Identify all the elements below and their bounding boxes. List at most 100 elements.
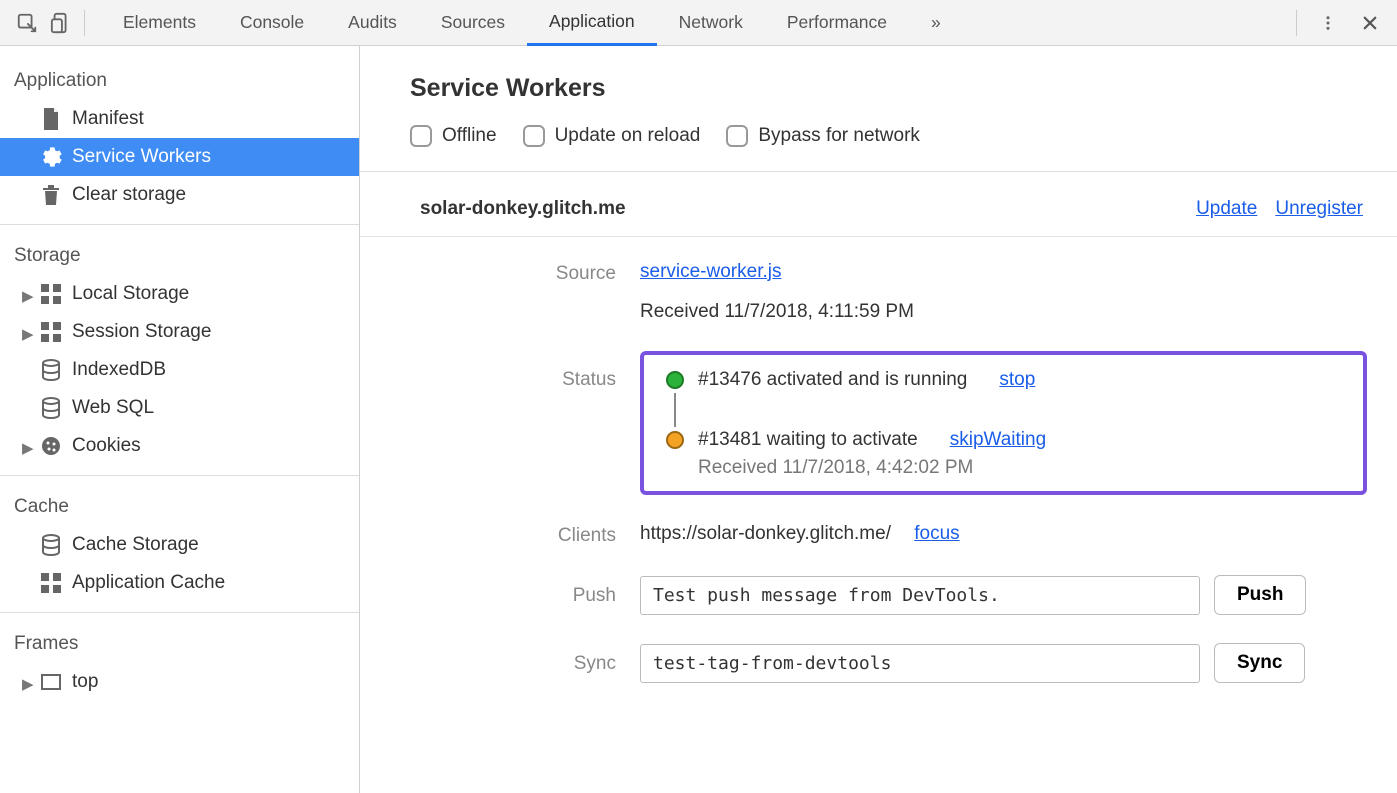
label-source: Source [440,261,640,285]
sidebar-section-frames: Frames [0,623,359,663]
label-push: Push [440,575,640,607]
sidebar-item-cookies[interactable]: Cookies [0,427,359,465]
application-sidebar: Application Manifest Service Workers [0,46,360,793]
source-received: Received 11/7/2018, 4:11:59 PM [640,301,1367,323]
stop-link[interactable]: stop [999,369,1035,391]
origin-name: solar-donkey.glitch.me [420,198,626,220]
panel-tabs: Elements Console Audits Sources Applicat… [101,0,1290,46]
sidebar-item-label: Web SQL [72,397,154,419]
sidebar-item-cache-storage[interactable]: Cache Storage [0,526,359,564]
status-dot-green-icon [666,371,684,389]
sidebar-item-top-frame[interactable]: top [0,663,359,701]
tab-application[interactable]: Application [527,0,657,46]
tabbar-divider [84,10,85,36]
page-title: Service Workers [410,74,1367,103]
checkbox-label: Update on reload [555,125,701,147]
sidebar-section-storage: Storage [0,235,359,275]
sidebar-item-label: Cache Storage [72,534,199,556]
sidebar-item-label: IndexedDB [72,359,166,381]
checkbox-label: Bypass for network [758,125,920,147]
grid-icon [40,321,62,343]
source-value: service-worker.js Received 11/7/2018, 4:… [640,261,1367,323]
sidebar-item-label: Application Cache [72,572,225,594]
status-waiting-text: #13481 waiting to activate [698,429,918,451]
database-icon [40,359,62,381]
status-dot-orange-icon [666,431,684,449]
kebab-menu-icon[interactable] [1311,6,1345,40]
focus-link[interactable]: focus [914,523,959,544]
file-icon [40,108,62,130]
gear-icon [40,146,62,168]
options-row: Offline Update on reload Bypass for netw… [410,125,1367,147]
chevron-right-icon[interactable]: ▶ [22,439,34,457]
status-waiting-received: Received 11/7/2018, 4:42:02 PM [698,457,1339,479]
sidebar-item-local-storage[interactable]: Local Storage [0,275,359,313]
close-icon[interactable] [1353,6,1387,40]
cookie-icon [40,435,62,457]
tab-sources[interactable]: Sources [419,0,527,46]
device-toggle-icon[interactable] [44,6,78,40]
tab-audits[interactable]: Audits [326,0,419,46]
sidebar-item-clear-storage[interactable]: Clear storage [0,176,359,214]
sidebar-item-label: Clear storage [72,184,186,206]
trash-icon [40,184,62,206]
status-waiting-row: #13481 waiting to activate skipWaiting [666,429,1339,451]
update-link[interactable]: Update [1196,198,1257,220]
sync-input[interactable] [640,644,1200,683]
sidebar-item-label: Service Workers [72,146,211,168]
sidebar-item-label: Manifest [72,108,144,130]
client-url: https://solar-donkey.glitch.me/ [640,523,891,544]
label-status: Status [440,351,640,391]
checkbox-icon [523,125,545,147]
status-highlight-box: #13476 activated and is running stop #13… [640,351,1367,495]
tab-elements[interactable]: Elements [101,0,218,46]
inspect-icon[interactable] [10,6,44,40]
sidebar-item-session-storage[interactable]: Session Storage [0,313,359,351]
checkbox-label: Offline [442,125,497,147]
tab-more[interactable]: » [909,0,963,46]
push-button[interactable]: Push [1214,575,1306,615]
sidebar-item-label: top [72,671,98,693]
chevron-right-icon[interactable]: ▶ [22,287,34,305]
status-connector-line [674,393,676,427]
label-sync: Sync [440,643,640,675]
checkbox-icon [726,125,748,147]
tab-console[interactable]: Console [218,0,326,46]
source-file-link[interactable]: service-worker.js [640,261,781,282]
label-clients: Clients [440,523,640,547]
unregister-link[interactable]: Unregister [1275,198,1363,220]
database-icon [40,534,62,556]
grid-icon [40,283,62,305]
grid-icon [40,572,62,594]
sidebar-item-label: Cookies [72,435,141,457]
chevron-right-icon[interactable]: ▶ [22,325,34,343]
origin-row: solar-donkey.glitch.me Update Unregister [360,192,1397,237]
chevron-right-icon[interactable]: ▶ [22,675,34,693]
sidebar-item-application-cache[interactable]: Application Cache [0,564,359,602]
sidebar-item-manifest[interactable]: Manifest [0,100,359,138]
sidebar-section-application: Application [0,60,359,100]
status-active-text: #13476 activated and is running [698,369,967,391]
sidebar-item-websql[interactable]: Web SQL [0,389,359,427]
tab-network[interactable]: Network [657,0,765,46]
details-grid: Source service-worker.js Received 11/7/2… [440,261,1367,683]
frame-icon [40,671,62,693]
update-on-reload-checkbox[interactable]: Update on reload [523,125,701,147]
sidebar-item-label: Local Storage [72,283,189,305]
bypass-for-network-checkbox[interactable]: Bypass for network [726,125,920,147]
clients-value: https://solar-donkey.glitch.me/ focus [640,523,1367,545]
tabbar-divider-right [1296,10,1297,36]
sidebar-item-indexeddb[interactable]: IndexedDB [0,351,359,389]
push-input[interactable] [640,576,1200,615]
status-active-row: #13476 activated and is running stop [666,369,1339,391]
devtools-tabbar: Elements Console Audits Sources Applicat… [0,0,1397,46]
service-workers-panel: Service Workers Offline Update on reload… [360,46,1397,793]
offline-checkbox[interactable]: Offline [410,125,497,147]
sync-button[interactable]: Sync [1214,643,1305,683]
sidebar-item-service-workers[interactable]: Service Workers [0,138,359,176]
sidebar-section-cache: Cache [0,486,359,526]
database-icon [40,397,62,419]
tab-performance[interactable]: Performance [765,0,909,46]
checkbox-icon [410,125,432,147]
skipwaiting-link[interactable]: skipWaiting [950,429,1046,451]
